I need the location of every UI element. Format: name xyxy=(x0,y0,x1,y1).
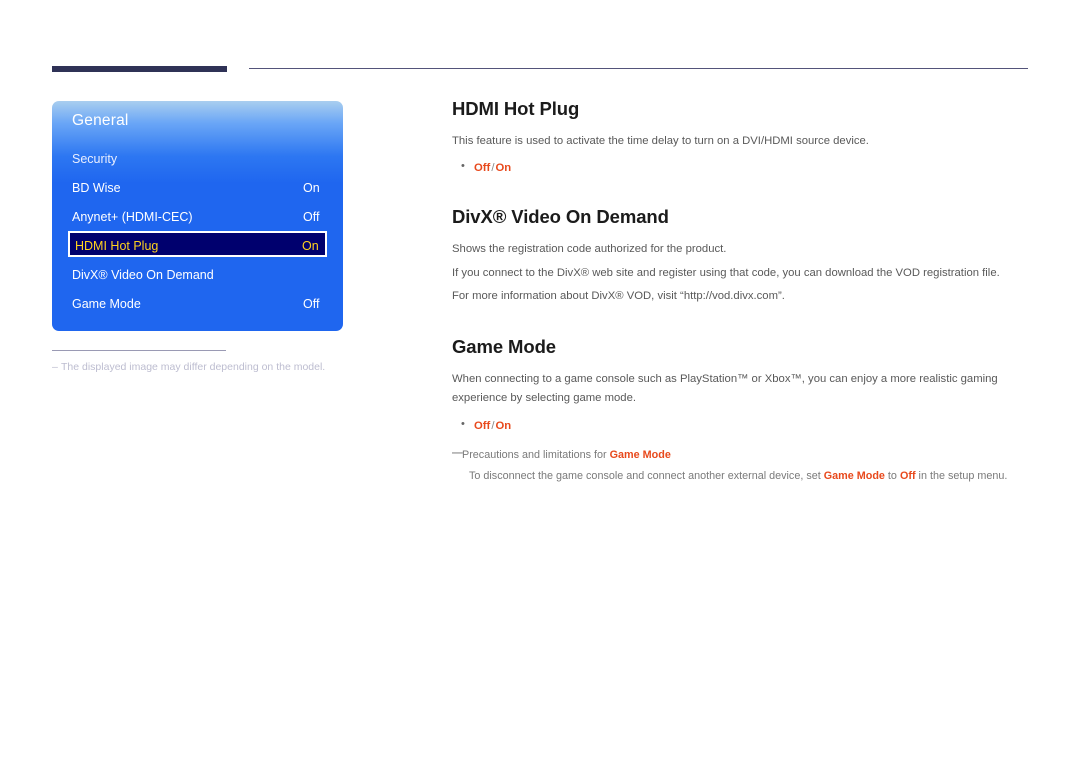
osd-menu-title: General xyxy=(72,112,129,129)
image-note-body: The displayed image may differ depending… xyxy=(61,361,326,373)
osd-row-value: Off xyxy=(303,210,320,224)
option-off[interactable]: Off xyxy=(474,162,490,174)
precaution-highlight: Game Mode xyxy=(609,448,671,461)
section-paragraph: When connecting to a game console such a… xyxy=(452,372,998,405)
option-list-game-mode: Off/On xyxy=(452,416,1030,435)
image-note-text: – The displayed image may differ dependin… xyxy=(52,361,352,373)
option-list-hdmi-hot-plug: Off/On xyxy=(452,158,1030,177)
precaution-dash: — xyxy=(452,446,463,459)
header-accent-bar xyxy=(52,66,227,72)
osd-row-label: HDMI Hot Plug xyxy=(75,239,159,253)
osd-row-value: Off xyxy=(303,297,320,311)
section-paragraph: For more information about DivX® VOD, vi… xyxy=(452,290,785,303)
section-heading-game-mode: Game Mode xyxy=(452,335,556,357)
precaution-detail-prefix: To disconnect the game console and conne… xyxy=(469,469,824,482)
osd-row-divx-video-on-demand[interactable]: DivX® Video On Demand xyxy=(72,265,343,285)
precaution-detail-highlight-value: Off xyxy=(899,469,916,482)
precaution-detail-mid: to xyxy=(884,469,900,482)
precaution-detail-highlight-setting: Game Mode xyxy=(823,469,885,482)
osd-row-label: Anynet+ (HDMI-CEC) xyxy=(72,210,193,224)
osd-row-security[interactable]: Security xyxy=(72,149,343,169)
section-heading-divx-video-on-demand: DivX® Video On Demand xyxy=(452,206,669,228)
osd-row-label: BD Wise xyxy=(72,181,121,195)
osd-row-label: Security xyxy=(72,152,118,166)
section-paragraph: Shows the registration code authorized f… xyxy=(452,243,727,256)
precaution-detail-suffix: in the setup menu. xyxy=(915,469,1008,482)
osd-row-hdmi-hot-plug-selected[interactable]: HDMI Hot Plug On xyxy=(68,231,327,257)
image-note-block: – The displayed image may differ dependin… xyxy=(52,350,352,373)
osd-row-game-mode[interactable]: Game Mode Off xyxy=(72,294,343,314)
option-list-item[interactable]: Off/On xyxy=(452,158,1030,177)
osd-menu-panel: General Security BD Wise On Anynet+ (HDM… xyxy=(52,101,343,331)
precaution-lead: Precautions and limitations for xyxy=(462,448,610,461)
option-on[interactable]: On xyxy=(495,162,511,174)
right-column: HDMI Hot Plug This feature is used to ac… xyxy=(452,98,1030,485)
precaution-detail: To disconnect the game console and conne… xyxy=(469,468,1030,485)
osd-row-value: On xyxy=(303,181,320,195)
option-off[interactable]: Off xyxy=(474,420,490,432)
image-note-dash: – xyxy=(52,361,58,373)
osd-row-bd-wise[interactable]: BD Wise On xyxy=(72,178,343,198)
section-paragraph: This feature is used to activate the tim… xyxy=(452,135,869,147)
option-list-item[interactable]: Off/On xyxy=(452,416,1030,435)
left-column: General Security BD Wise On Anynet+ (HDM… xyxy=(52,101,343,373)
osd-row-label: DivX® Video On Demand xyxy=(72,268,214,282)
option-on[interactable]: On xyxy=(495,420,511,432)
image-note-divider xyxy=(52,350,226,351)
osd-row-label: Game Mode xyxy=(72,297,141,311)
osd-row-anynet-hdmi-cec[interactable]: Anynet+ (HDMI-CEC) Off xyxy=(72,207,343,227)
section-heading-hdmi-hot-plug: HDMI Hot Plug xyxy=(452,98,580,119)
precaution-note: —Precautions and limitations for Game Mo… xyxy=(452,445,1030,464)
header-divider-line xyxy=(249,68,1028,69)
section-paragraph: If you connect to the DivX® web site and… xyxy=(452,266,1000,279)
osd-row-value: On xyxy=(302,239,319,253)
